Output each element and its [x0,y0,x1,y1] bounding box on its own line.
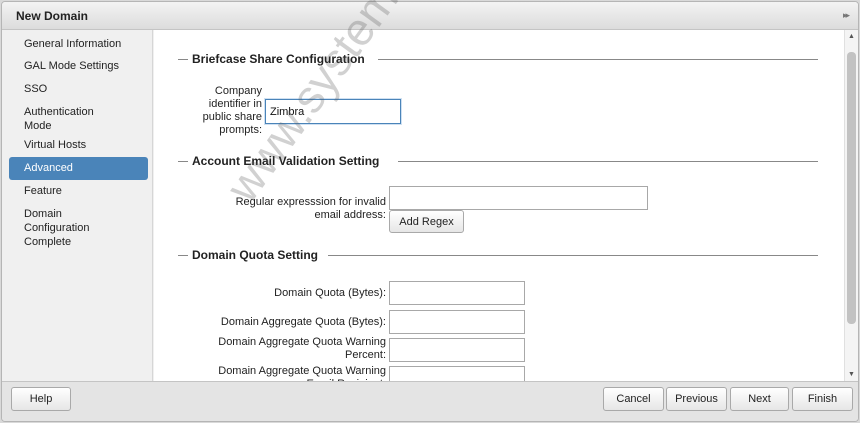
sidebar-item-virtual-hosts[interactable]: Virtual Hosts [9,138,148,152]
triangle-up-icon[interactable]: ▲ [848,33,855,40]
previous-button[interactable]: Previous [666,387,727,411]
wizard-content-panel: Briefcase Share Configuration Company id… [154,30,844,381]
email-validation-section-header: Account Email Validation Setting [178,154,818,168]
sidebar-item-feature[interactable]: Feature [9,184,148,198]
sidebar-item-general-information[interactable]: General Information [9,37,148,51]
regex-label: Regular expresssion for invalid email ad… [235,196,386,221]
warning-percent-label: Domain Aggregate Quota Warning Percent: [218,336,386,361]
wizard-sidebar: General Information GAL Mode Settings SS… [2,30,153,381]
dialog-footer: Help Cancel Previous Next Finish [2,381,858,421]
sidebar-item-authentication-mode[interactable]: Authentication Mode [9,105,109,133]
briefcase-section-header: Briefcase Share Configuration [178,52,818,66]
company-identifier-label: Company identifier in public share promp… [202,85,262,136]
domain-quota-label: Domain Quota (Bytes): [274,287,386,299]
new-domain-dialog: New Domain ▸▸ General Information GAL Mo… [1,1,859,422]
aggregate-quota-input[interactable] [389,310,525,334]
add-regex-button[interactable]: Add Regex [389,210,464,233]
quota-section-title: Domain Quota Setting [192,248,324,262]
next-button[interactable]: Next [730,387,789,411]
sidebar-item-gal-mode-settings[interactable]: GAL Mode Settings [9,59,148,73]
regex-input[interactable] [389,186,648,210]
sidebar-item-advanced[interactable]: Advanced [9,157,148,180]
warning-percent-input[interactable] [389,338,525,362]
company-identifier-input[interactable] [265,99,401,124]
domain-quota-input[interactable] [389,281,525,305]
content-scrollbar[interactable]: ▲ ▼ [844,30,858,381]
warning-email-label: Domain Aggregate Quota Warning Email Rec… [218,365,386,381]
sidebar-item-sso[interactable]: SSO [9,82,148,96]
dialog-title: New Domain [16,9,89,23]
quota-section-header: Domain Quota Setting [178,248,818,262]
sidebar-item-domain-configuration-complete[interactable]: Domain Configuration Complete [9,207,127,249]
email-validation-section-title: Account Email Validation Setting [192,154,386,168]
triangle-down-icon[interactable]: ▼ [848,371,855,378]
help-button[interactable]: Help [11,387,71,411]
double-chevron-right-icon[interactable]: ▸▸ [843,10,850,21]
dialog-titlebar: New Domain ▸▸ [2,2,858,30]
scrollbar-thumb[interactable] [847,52,856,324]
warning-email-input[interactable] [389,366,525,381]
briefcase-section-title: Briefcase Share Configuration [192,52,371,66]
cancel-button[interactable]: Cancel [603,387,664,411]
aggregate-quota-label: Domain Aggregate Quota (Bytes): [220,316,386,328]
finish-button[interactable]: Finish [792,387,853,411]
